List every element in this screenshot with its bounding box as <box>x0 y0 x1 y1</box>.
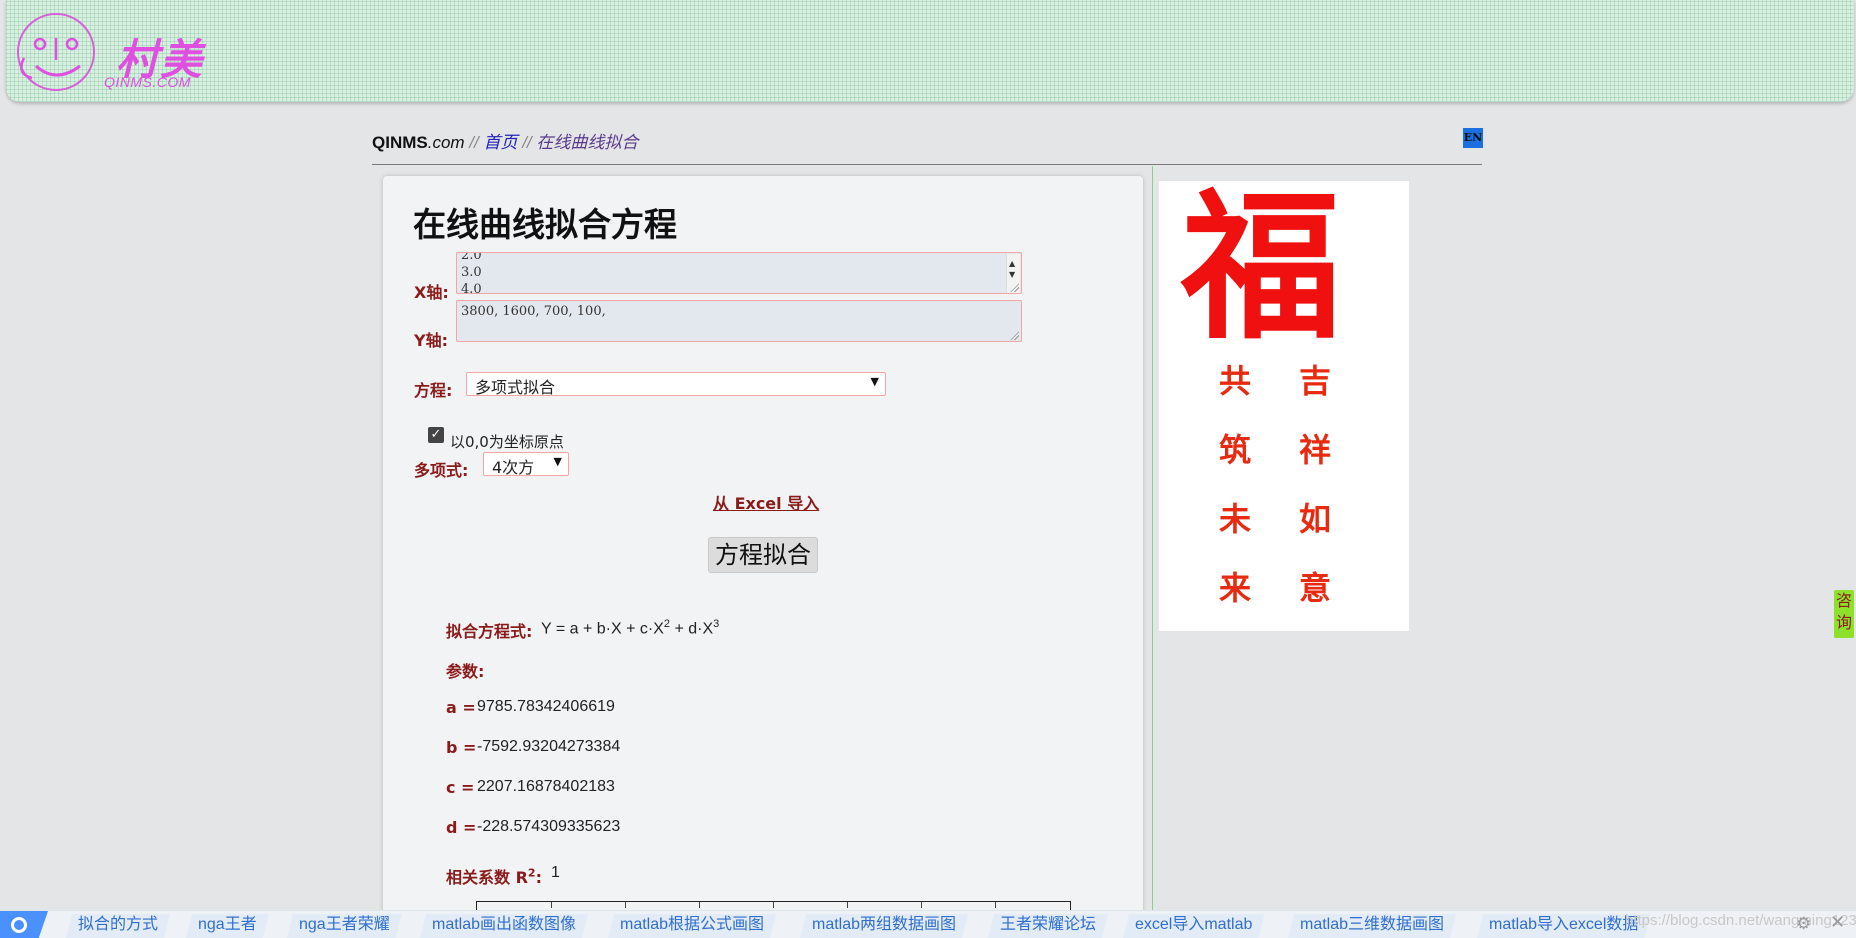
origin-checkbox[interactable]: ✓ <box>428 427 444 443</box>
resize-grip-icon[interactable] <box>1010 283 1019 292</box>
chart-tick <box>699 902 700 908</box>
equation-select[interactable]: 多项式拟合 ▼ <box>466 372 886 397</box>
ad-char: 来 <box>1219 569 1252 607</box>
params-label: 参数: <box>446 662 485 681</box>
y-axis-value: 3800, 1600, 700, 100, <box>461 304 606 319</box>
polynomial-label: 多项式: <box>414 461 469 480</box>
r-squared-value: 1 <box>551 864 560 881</box>
main-panel: 在线曲线拟合方程 X轴: 2.0 3.0 4.0 ▲ ▼ Y轴: 3800, 1… <box>383 176 1143 938</box>
column-divider <box>1152 166 1153 916</box>
ad-char: 未 <box>1219 500 1252 538</box>
consult-button[interactable]: 咨询 <box>1834 590 1854 638</box>
param-a-label: a = <box>446 698 476 717</box>
polynomial-degree-select[interactable]: 4次方 ▼ <box>483 452 569 477</box>
breadcrumb-divider <box>372 164 1482 165</box>
breadcrumb-site[interactable]: QINMS.com <box>372 133 465 152</box>
breadcrumb-separator: // <box>464 133 484 152</box>
param-d-value: -228.574309335623 <box>477 818 621 835</box>
keyword-link[interactable]: 拟合的方式 <box>66 914 170 938</box>
logo-text: QINMS.COM <box>104 74 191 90</box>
keyword-bar: 拟合的方式 nga王者 nga王者荣耀 matlab画出函数图像 matlab根… <box>0 910 1856 938</box>
chart-tick <box>773 902 774 908</box>
ad-char: 筑 <box>1219 431 1252 469</box>
breadcrumb-current: 在线曲线拟合 <box>536 133 639 152</box>
chart-tick <box>847 902 848 908</box>
polynomial-selected-value: 4次方 <box>492 458 535 477</box>
excel-import-link[interactable]: 从 Excel 导入 <box>713 490 819 514</box>
ad-char: 吉 <box>1299 362 1332 400</box>
watermark: https://blog.csdn.net/wangming12341234 <box>1625 912 1856 929</box>
fu-advertisement[interactable]: 福 共 吉 筑 祥 未 如 来 意 <box>1159 181 1409 631</box>
equation-selected-value: 多项式拟合 <box>475 378 556 397</box>
x-axis-label: X轴: <box>414 283 449 302</box>
param-d-label: d = <box>446 818 477 837</box>
breadcrumb-home-link[interactable]: 首页 <box>483 133 517 152</box>
keyword-link[interactable]: excel导入matlab <box>1123 914 1264 938</box>
chart-tick <box>551 902 552 908</box>
origin-checkbox-label: 以0,0为坐标原点 <box>450 433 564 451</box>
param-c-value: 2207.16878402183 <box>477 778 615 795</box>
fu-character: 福 <box>1181 173 1342 361</box>
ad-char: 如 <box>1299 500 1332 538</box>
chart-tick <box>625 902 626 908</box>
language-switch-button[interactable]: EN <box>1463 128 1483 148</box>
keyword-link[interactable]: matlab根据公式画图 <box>608 914 776 938</box>
chart-tick <box>921 902 922 908</box>
fit-equation-label: 拟合方程式: <box>446 622 533 641</box>
y-axis-input[interactable]: 3800, 1600, 700, 100, <box>456 300 1022 342</box>
ad-char: 共 <box>1219 362 1252 400</box>
ad-char: 祥 <box>1299 431 1332 469</box>
equation-label: 方程: <box>414 381 453 400</box>
ad-char: 意 <box>1299 569 1332 607</box>
keyword-link[interactable]: 王者荣耀论坛 <box>988 914 1108 938</box>
x-axis-input[interactable]: 2.0 3.0 4.0 ▲ ▼ <box>456 252 1022 294</box>
close-icon[interactable]: ✕ <box>1830 912 1845 933</box>
scroll-down-icon[interactable]: ▼ <box>1009 266 1015 283</box>
gear-icon[interactable]: ⚙ <box>1796 914 1811 934</box>
keyword-link[interactable]: matlab两组数据画图 <box>800 914 968 938</box>
fit-equation-button[interactable]: 方程拟合 <box>708 537 818 573</box>
param-b-label: b = <box>446 738 477 757</box>
param-a-value: 9785.78342406619 <box>477 698 615 715</box>
x-axis-value: 2.0 3.0 4.0 <box>461 252 482 294</box>
keyword-link[interactable]: matlab三维数据画图 <box>1288 914 1456 938</box>
y-axis-label: Y轴: <box>414 331 448 350</box>
keyword-link[interactable]: nga王者 <box>186 914 269 938</box>
param-b-value: -7592.93204273384 <box>477 738 621 755</box>
keyword-link[interactable]: nga王者荣耀 <box>287 914 402 938</box>
chevron-down-icon: ▼ <box>870 375 879 388</box>
breadcrumb-separator: // <box>517 133 537 152</box>
param-c-label: c = <box>446 778 475 797</box>
page-title: 在线曲线拟合方程 <box>413 205 677 244</box>
chevron-down-icon: ▼ <box>553 455 562 468</box>
r-squared-label: 相关系数 R2: <box>446 866 542 887</box>
header-banner: 村美 QINMS.COM <box>6 0 1854 102</box>
search-icon[interactable] <box>0 911 48 938</box>
resize-grip-icon[interactable] <box>1010 331 1019 340</box>
fit-equation-text: Y = a + b·X + c·X2 + d·X3 <box>541 618 720 638</box>
keyword-link[interactable]: matlab画出函数图像 <box>420 914 588 938</box>
chart-tick <box>995 902 996 908</box>
breadcrumb: QINMS.com // 首页 // 在线曲线拟合 <box>372 128 638 153</box>
